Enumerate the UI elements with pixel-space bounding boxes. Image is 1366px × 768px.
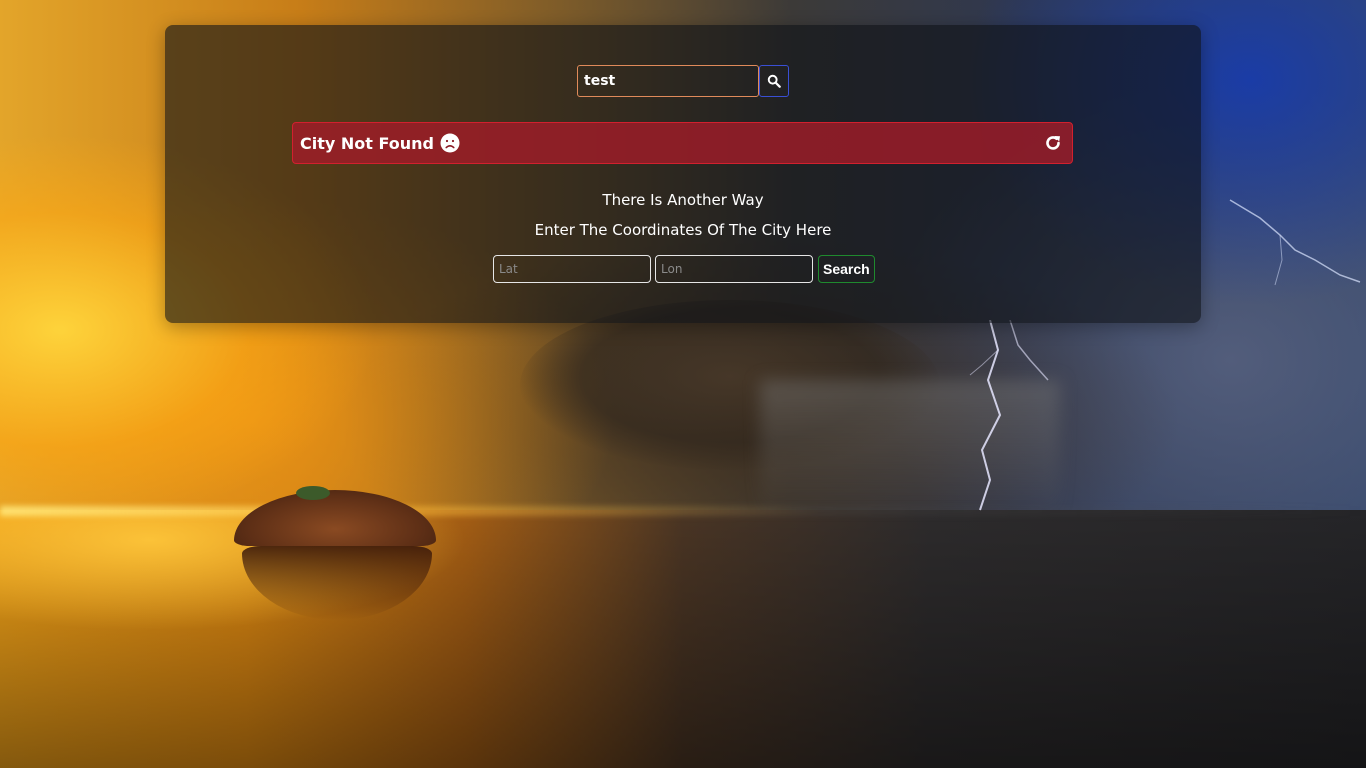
horizon-glow	[0, 506, 1366, 516]
error-message: City Not Found	[300, 133, 434, 153]
search-icon	[767, 74, 781, 88]
coordinates-instruction: Enter The Coordinates Of The City Here	[534, 221, 832, 239]
coordinates-search-button[interactable]: Search	[818, 255, 875, 283]
weather-card: City Not Found There Is Another Way Ente…	[165, 25, 1201, 323]
lightning-bolt-distant	[1229, 199, 1361, 286]
sea	[0, 510, 1366, 768]
search-button[interactable]	[759, 65, 789, 97]
alternative-heading: There Is Another Way	[602, 191, 764, 209]
longitude-input[interactable]	[655, 255, 813, 283]
refresh-icon[interactable]	[1044, 134, 1062, 152]
island-trees	[296, 486, 330, 500]
error-alert: City Not Found	[292, 122, 1073, 164]
latitude-input[interactable]	[493, 255, 651, 283]
coordinates-form: Search	[493, 255, 875, 283]
lightning-bolt	[969, 320, 1049, 511]
city-search-input[interactable]	[577, 65, 759, 97]
city-search-bar	[577, 65, 789, 97]
sad-face-icon	[440, 133, 460, 153]
